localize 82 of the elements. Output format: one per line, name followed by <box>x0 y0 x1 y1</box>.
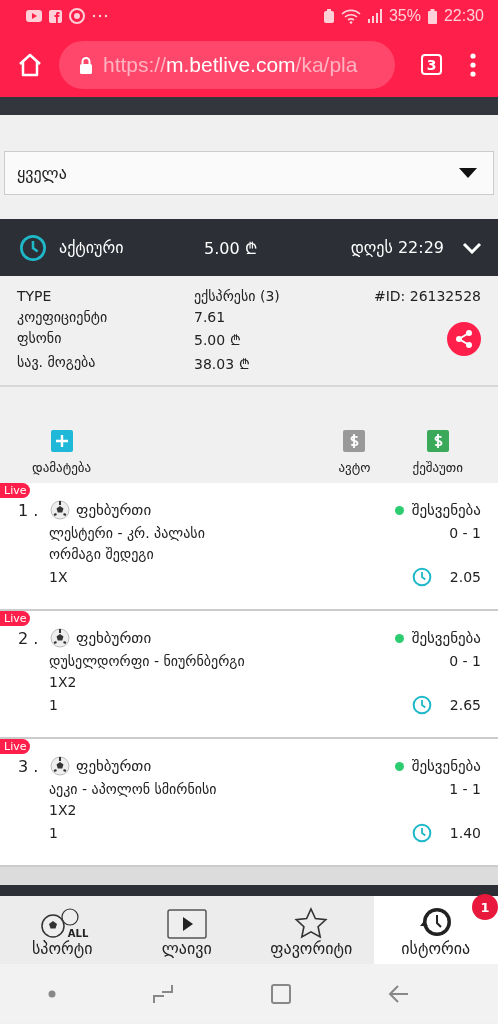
wifi-icon <box>340 8 361 24</box>
detail-label: TYPE <box>17 288 53 304</box>
home-button-icon[interactable] <box>270 982 292 1005</box>
match-score: 0 - 1 <box>449 653 481 669</box>
detail-value: 5.00 ₾ <box>194 331 242 349</box>
signal-icon <box>367 9 382 23</box>
match-status: შესვენება <box>411 629 481 647</box>
event-number: 2 . <box>18 628 40 648</box>
event-number: 1 . <box>18 500 40 520</box>
odds: 2.65 <box>449 697 481 713</box>
match-score: 1 - 1 <box>449 781 481 797</box>
live-badge: Live <box>0 739 31 754</box>
bet-date: დღეს 22:29 <box>350 238 444 257</box>
crest-icon <box>69 8 85 24</box>
soccer-ball-icon <box>50 628 70 648</box>
filter-dropdown[interactable]: ყველა <box>4 151 494 195</box>
battery-icon <box>427 8 437 24</box>
detail-label: სავ. მოგება <box>17 354 97 372</box>
bet-header[interactable]: აქტიური 5.00 ₾ დღეს 22:29 <box>0 219 498 276</box>
detail-label: ფსონი <box>17 330 63 348</box>
dollar-icon <box>426 430 449 452</box>
action-button[interactable]: ავტო <box>338 430 371 475</box>
action-button[interactable]: ქეშაუთი <box>412 430 463 475</box>
action-button[interactable]: დამატება <box>32 430 92 475</box>
detail-value: 38.03 ₾ <box>194 355 251 373</box>
sport-name: ფეხბურთი <box>76 629 153 647</box>
dollar-icon <box>343 430 366 452</box>
bet-stake: 5.00 ₾ <box>204 237 258 259</box>
match-teams: ლესტერი - კრ. პალასი <box>49 525 206 541</box>
sport-name: ფეხბურთი <box>76 501 153 519</box>
notification-badge: 1 <box>472 894 498 920</box>
clock-icon <box>411 567 432 587</box>
market-name: 1X2 <box>49 674 78 690</box>
match-status: შესვენება <box>411 501 481 519</box>
detail-value: ექსპრესი (3) <box>194 288 280 304</box>
more-icon <box>92 14 108 18</box>
pick: 1X <box>49 569 69 585</box>
event-number: 3 . <box>18 756 40 776</box>
market-name: ორმაგი შედეგი <box>49 546 155 562</box>
play-icon <box>166 909 207 939</box>
icon-label: ALL <box>67 928 89 939</box>
market-name: 1X2 <box>49 802 78 818</box>
alarm-icon <box>323 9 334 23</box>
clock-time: 22:30 <box>443 7 484 25</box>
video-icon <box>26 10 42 22</box>
detail-label: კოეფიციენტი <box>17 309 109 325</box>
history-icon <box>418 905 453 939</box>
dot-icon[interactable] <box>48 989 56 998</box>
odds: 2.05 <box>449 569 481 585</box>
odds: 1.40 <box>449 825 481 841</box>
home-icon[interactable] <box>17 51 43 78</box>
star-icon <box>294 907 329 939</box>
detail-value: 7.61 <box>194 309 227 325</box>
facebook-icon <box>49 9 62 23</box>
share-button[interactable] <box>447 322 481 356</box>
menu-icon[interactable] <box>470 52 476 77</box>
caret-icon <box>459 168 477 178</box>
soccer-ball-icon <box>50 756 70 776</box>
battery-percent: 35% <box>388 7 421 25</box>
pick: 1 <box>49 697 59 713</box>
lock-icon <box>79 55 93 74</box>
back-icon[interactable] <box>388 982 410 1005</box>
match-status: შესვენება <box>411 757 481 775</box>
bet-status: აქტიური <box>59 238 125 257</box>
tab-count-button[interactable]: 3 <box>421 54 442 75</box>
pick: 1 <box>49 825 59 841</box>
match-teams: დუსელდორფი - ნიურნბერგი <box>49 653 246 669</box>
match-score: 0 - 1 <box>449 525 481 541</box>
clock-icon <box>411 695 432 715</box>
share-icon <box>454 329 474 349</box>
nav-tab[interactable]: ისტორია 1 <box>373 896 498 964</box>
clock-icon <box>411 823 432 843</box>
bet-id: #ID: 26132528 <box>373 288 481 304</box>
live-badge: Live <box>0 483 31 498</box>
live-badge: Live <box>0 611 31 626</box>
recents-icon[interactable] <box>152 982 174 1005</box>
sport-name: ფეხბურთი <box>76 757 153 775</box>
url-text: https://m.betlive.com/ka/pla <box>103 52 358 77</box>
match-teams: აეკი - აპოლონ სმირნისი <box>49 781 218 797</box>
soccer-ball-icon <box>50 500 70 520</box>
clock-icon <box>19 233 47 262</box>
plus-icon <box>50 430 73 452</box>
